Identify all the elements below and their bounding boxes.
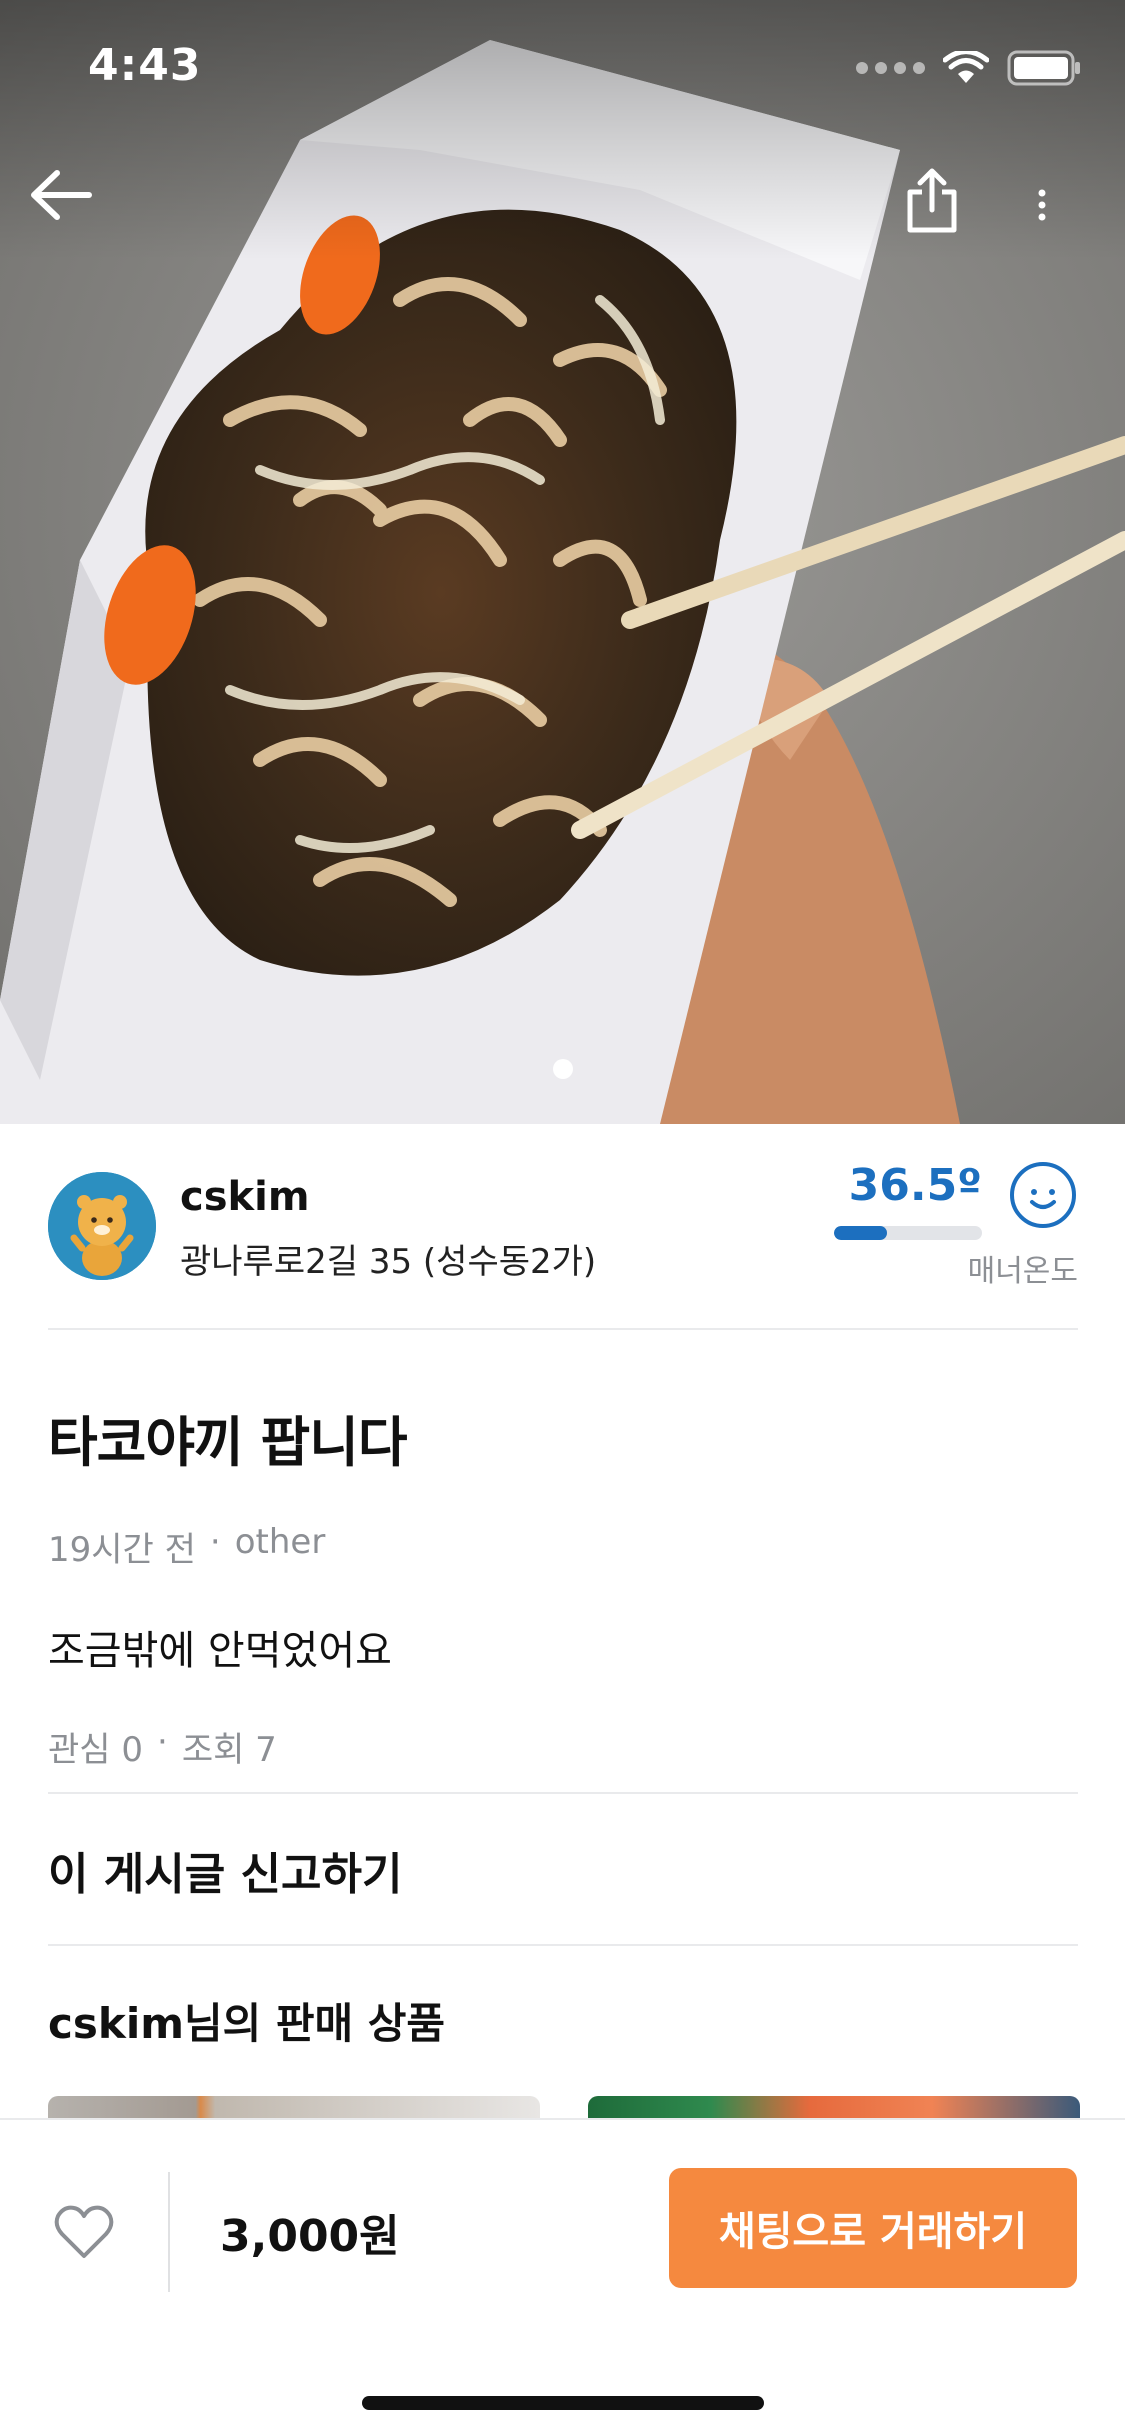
manner-temperature-bar	[834, 1226, 982, 1240]
signal-icon	[856, 62, 925, 74]
price: 3,000원	[220, 2211, 400, 2262]
heart-outline-icon	[54, 2205, 114, 2258]
page-indicator	[553, 1059, 573, 1079]
view-count: 조회 7	[181, 1730, 277, 1770]
divider	[48, 1944, 1078, 1946]
more-vertical-icon	[1038, 189, 1046, 221]
seller-nickname: cskim	[180, 1174, 310, 1220]
status-time: 4:43	[88, 40, 202, 91]
home-indicator	[362, 2396, 764, 2410]
seller-item-thumbnail[interactable]	[48, 2096, 540, 2120]
bar-separator	[168, 2172, 170, 2292]
share-icon	[907, 168, 957, 233]
seller-profile[interactable]: cskim 광나루로2길 35 (성수동2가) 36.5º 매너온도	[48, 1160, 1078, 1328]
manner-temperature-fill	[834, 1226, 888, 1240]
post-meta: other · 19시간 전	[48, 1522, 325, 1571]
post-title: 타코야끼 팝니다	[48, 1411, 408, 1474]
meta-separator: ·	[209, 1522, 221, 1562]
chat-trade-button[interactable]: 채팅으로 거래하기	[669, 2168, 1077, 2288]
bottom-action-bar: 3,000원 채팅으로 거래하기	[0, 2118, 1125, 2436]
product-photo[interactable]: 4:43	[0, 0, 1125, 1124]
interest-count: 관심 0	[48, 1730, 143, 1770]
manner-temperature: 36.5º	[848, 1160, 982, 1211]
post-stats: 관심 0 · 조회 7	[48, 1722, 277, 1771]
smile-face-icon	[1010, 1162, 1076, 1228]
wifi-icon	[943, 51, 989, 83]
post-description: 조금밖에 안먹었어요	[48, 1628, 392, 1674]
post-time: 19시간 전	[48, 1530, 196, 1570]
manner-temperature-label: 매너온도	[967, 1254, 1078, 1289]
divider	[48, 1328, 1078, 1330]
report-post-link[interactable]: 이 게시글 신고하기	[48, 1838, 402, 1902]
divider	[48, 1792, 1078, 1794]
status-icons	[856, 50, 1081, 86]
like-button[interactable]	[52, 2200, 116, 2264]
arrow-left-icon	[31, 170, 92, 220]
seller-items-title: cskim님의 판매 상품	[48, 1999, 446, 2048]
seller-item-thumbnail[interactable]	[588, 2096, 1080, 2120]
category-link[interactable]: other	[235, 1522, 326, 1571]
lion-avatar-icon	[48, 1172, 156, 1280]
avatar[interactable]	[48, 1172, 156, 1280]
seller-address: 광나루로2길 35 (성수동2가)	[180, 1242, 597, 1282]
more-button[interactable]	[1030, 170, 1054, 240]
back-button[interactable]	[26, 160, 96, 230]
share-button[interactable]	[900, 164, 964, 238]
stats-separator: ·	[157, 1722, 168, 1762]
battery-icon	[1007, 50, 1080, 86]
